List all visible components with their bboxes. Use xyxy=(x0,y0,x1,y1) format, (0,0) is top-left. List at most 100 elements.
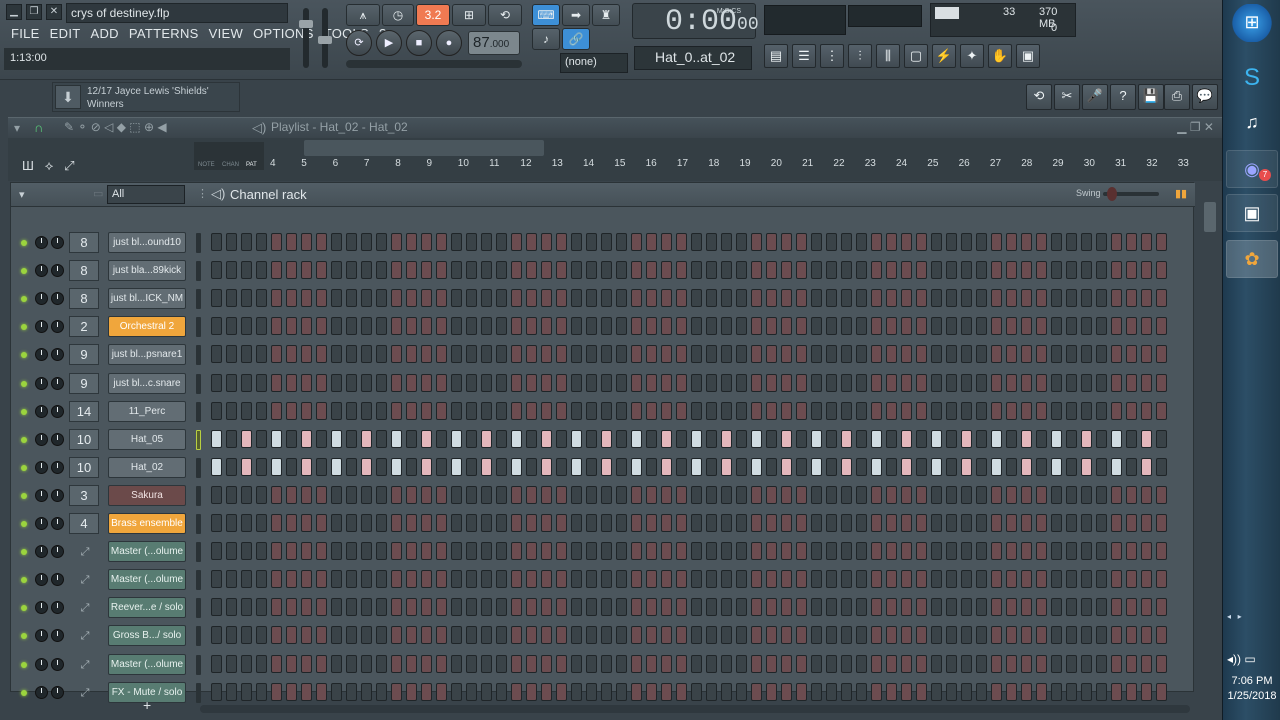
step-button[interactable] xyxy=(1111,485,1122,504)
step-button[interactable] xyxy=(736,654,747,673)
step-button[interactable] xyxy=(451,289,462,308)
step-button[interactable] xyxy=(1051,682,1062,701)
step-button[interactable] xyxy=(256,401,267,420)
channel-mute-led[interactable] xyxy=(21,324,27,331)
step-button[interactable] xyxy=(316,261,327,280)
step-button[interactable] xyxy=(931,682,942,701)
step-button[interactable] xyxy=(271,570,282,589)
step-button[interactable] xyxy=(841,626,852,645)
channel-pan-knob[interactable] xyxy=(35,657,48,671)
step-button[interactable] xyxy=(976,317,987,336)
step-button[interactable] xyxy=(976,570,987,589)
step-button[interactable] xyxy=(451,457,462,476)
step-button[interactable] xyxy=(316,373,327,392)
step-button[interactable] xyxy=(1096,654,1107,673)
step-button[interactable] xyxy=(466,373,477,392)
arrow-right-icon[interactable]: ➡ xyxy=(562,4,590,26)
step-button[interactable] xyxy=(496,485,507,504)
step-button[interactable] xyxy=(256,429,267,448)
step-button[interactable] xyxy=(316,485,327,504)
channel-mute-led[interactable] xyxy=(21,689,27,696)
step-button[interactable] xyxy=(721,345,732,364)
step-button[interactable] xyxy=(631,345,642,364)
step-button[interactable] xyxy=(211,598,222,617)
step-button[interactable] xyxy=(676,233,687,251)
step-button[interactable] xyxy=(331,514,342,532)
step-button[interactable] xyxy=(1156,457,1167,476)
step-button[interactable] xyxy=(301,485,312,504)
step-button[interactable] xyxy=(406,429,417,448)
step-button[interactable] xyxy=(1036,514,1047,532)
step-button[interactable] xyxy=(601,429,612,448)
step-button[interactable] xyxy=(616,345,627,364)
step-button[interactable] xyxy=(841,457,852,476)
step-button[interactable] xyxy=(226,429,237,448)
step-button[interactable] xyxy=(256,289,267,308)
step-button[interactable] xyxy=(346,289,357,308)
step-button[interactable] xyxy=(436,682,447,701)
step-button[interactable] xyxy=(526,429,537,448)
step-button[interactable] xyxy=(1021,317,1032,336)
step-button[interactable] xyxy=(511,317,522,336)
step-button[interactable] xyxy=(1081,570,1092,589)
channel-volume-knob[interactable] xyxy=(51,236,64,249)
step-button[interactable] xyxy=(601,233,612,251)
step-button[interactable] xyxy=(721,598,732,617)
step-button[interactable] xyxy=(1141,345,1152,364)
rack-menu-arrow-icon[interactable]: ▾ xyxy=(19,188,25,201)
step-button[interactable] xyxy=(1141,570,1152,589)
step-button[interactable] xyxy=(526,598,537,617)
step-button[interactable] xyxy=(646,457,657,476)
step-button[interactable] xyxy=(991,626,1002,645)
step-button[interactable] xyxy=(901,542,912,561)
step-button[interactable] xyxy=(946,654,957,673)
step-button[interactable] xyxy=(961,570,972,589)
step-button[interactable] xyxy=(601,317,612,336)
step-button[interactable] xyxy=(226,654,237,673)
step-button[interactable] xyxy=(1066,289,1077,308)
step-button[interactable] xyxy=(856,654,867,673)
step-button[interactable] xyxy=(871,570,882,589)
step-button[interactable] xyxy=(406,542,417,561)
step-button[interactable] xyxy=(631,289,642,308)
step-button[interactable] xyxy=(706,317,717,336)
step-button[interactable] xyxy=(1006,514,1017,532)
step-button[interactable] xyxy=(226,485,237,504)
step-button[interactable] xyxy=(1021,598,1032,617)
step-sequencer-icon[interactable]: ♪ xyxy=(532,28,560,50)
step-button[interactable] xyxy=(511,682,522,701)
step-button[interactable] xyxy=(1036,570,1047,589)
step-button[interactable] xyxy=(826,373,837,392)
step-button[interactable] xyxy=(226,345,237,364)
step-button[interactable] xyxy=(766,373,777,392)
mixer-track-number[interactable]: 9 xyxy=(69,372,99,394)
step-button[interactable] xyxy=(586,317,597,336)
step-button[interactable] xyxy=(286,654,297,673)
step-button[interactable] xyxy=(541,626,552,645)
step-button[interactable] xyxy=(736,401,747,420)
step-button[interactable] xyxy=(511,261,522,280)
step-button[interactable] xyxy=(406,401,417,420)
step-button[interactable] xyxy=(946,373,957,392)
step-button[interactable] xyxy=(781,401,792,420)
step-button[interactable] xyxy=(1066,682,1077,701)
step-button[interactable] xyxy=(436,542,447,561)
step-button[interactable] xyxy=(1066,233,1077,251)
playlist-scrollbar[interactable] xyxy=(304,140,544,156)
step-button[interactable] xyxy=(1081,514,1092,532)
step-button[interactable] xyxy=(481,626,492,645)
step-button[interactable] xyxy=(946,317,957,336)
step-button[interactable] xyxy=(556,626,567,645)
step-button[interactable] xyxy=(451,401,462,420)
mixer-track-number[interactable]: 8 xyxy=(69,260,99,282)
step-button[interactable] xyxy=(316,233,327,251)
channel-select[interactable] xyxy=(196,570,201,591)
step-button[interactable] xyxy=(271,401,282,420)
channel-name-button[interactable]: Gross B.../ solo xyxy=(108,625,186,647)
step-button[interactable] xyxy=(826,682,837,701)
step-button[interactable] xyxy=(661,682,672,701)
step-button[interactable] xyxy=(1096,373,1107,392)
touch-controller-icon[interactable]: ✋ xyxy=(988,44,1012,68)
step-button[interactable] xyxy=(841,289,852,308)
step-button[interactable] xyxy=(1111,429,1122,448)
